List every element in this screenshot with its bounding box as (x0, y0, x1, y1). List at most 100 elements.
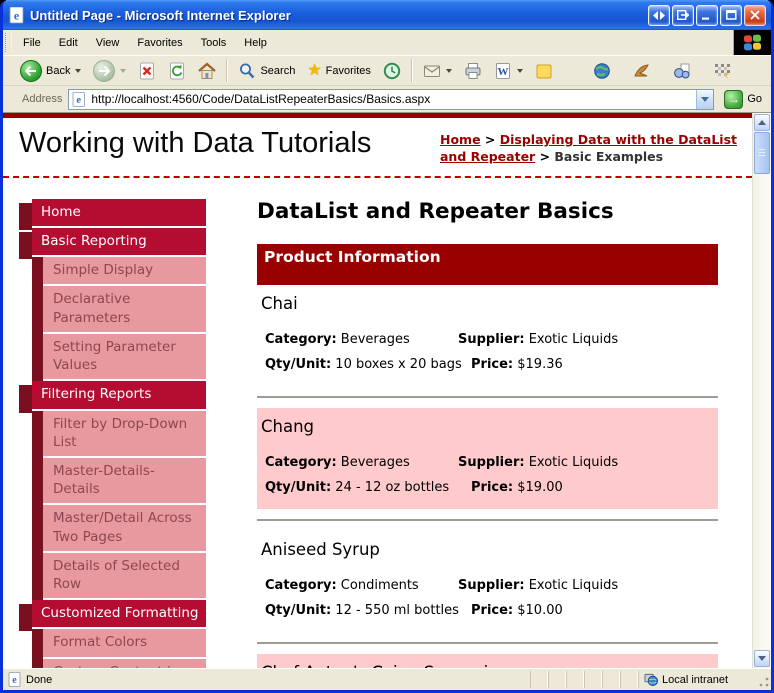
page-body: Home Basic Reporting Simple Display Declara… (3, 178, 752, 668)
hand-icon (634, 63, 649, 76)
scroll-down-button[interactable] (754, 650, 770, 667)
product-item-chef-anton-s-cajun-seasoning: Chef Anton's Cajun SeasoningCategory: Co… (257, 653, 718, 668)
menu-favorites[interactable]: Favorites (128, 30, 191, 55)
pan-arrows-button[interactable] (648, 4, 670, 26)
product-item-aniseed-syrup: Aniseed Syrup Category: Condiments Supplie… (257, 531, 718, 632)
forward-button[interactable] (87, 57, 132, 85)
sidebar-item-simple-display[interactable]: Simple Display (43, 257, 206, 285)
back-dropdown-icon[interactable] (75, 68, 82, 73)
print-button[interactable] (458, 59, 488, 83)
maximize-button[interactable] (720, 4, 742, 26)
product-name: Aniseed Syrup (261, 539, 380, 559)
menu-tools[interactable]: Tools (192, 30, 236, 55)
scroll-up-button[interactable] (754, 114, 770, 131)
sidebar-item-basic-reporting[interactable]: Basic Reporting (19, 227, 206, 260)
favorites-star-icon: ★ (307, 61, 322, 79)
product-category: Category: Beverages (265, 454, 410, 470)
product-supplier: Supplier: Exotic Liquids (458, 331, 619, 347)
discuss-button[interactable] (529, 59, 559, 83)
edit-with-word-button[interactable]: W (488, 59, 529, 83)
product-separator (257, 518, 718, 521)
product-detail-row: Qty/Unit: 12 - 550 ml bottles Price: $10.… (265, 603, 718, 618)
scrollbar-thumb[interactable] (754, 132, 770, 174)
back-button[interactable]: Back (14, 57, 87, 85)
site-title: Working with Data Tutorials (19, 127, 372, 159)
breadcrumb-home[interactable]: Home (440, 132, 481, 147)
status-panel (602, 671, 620, 688)
sidebar-item-label: Basic Reporting (32, 227, 206, 256)
sidebar-item-label: Customized Formatting (32, 600, 206, 628)
home-button[interactable] (192, 59, 222, 83)
vertical-scrollbar[interactable] (752, 113, 771, 668)
svg-text:e: e (12, 675, 17, 686)
sidebar-item-master-details-details[interactable]: Master-Details-Details (43, 457, 206, 504)
status-panel (530, 671, 548, 688)
scrollbar-track[interactable] (753, 174, 771, 649)
close-button[interactable] (744, 4, 766, 26)
sidebar-item-master-detail-across-two-pages[interactable]: Master/Detail Across Two Pages (43, 505, 206, 551)
menu-bar: File Edit View Favorites Tools Help (3, 30, 771, 56)
sidebar-item-filter-by-drop-down-list[interactable]: Filter by Drop-Down List (43, 410, 206, 456)
browser-window: e Untitled Page - Microsoft Internet Exp… (0, 0, 774, 693)
page-title: DataList and Repeater Basics (257, 198, 614, 224)
forward-icon (93, 59, 116, 82)
resize-grip[interactable] (756, 669, 771, 690)
sidebar-item-label: Home (32, 198, 206, 226)
sidebar-item-custom-content-in-a[interactable]: Custom Content in a (43, 658, 206, 668)
go-button[interactable]: → Go (719, 88, 767, 111)
url-dropdown-button[interactable] (696, 89, 714, 109)
svg-text:W: W (497, 66, 508, 78)
svg-text:e: e (77, 95, 82, 106)
research-button[interactable] (667, 59, 697, 83)
sidebar-item-home[interactable]: Home (19, 198, 206, 231)
windows-logo (733, 30, 771, 55)
sidebar-item-filtering-reports[interactable]: Filtering Reports (19, 381, 206, 413)
product-supplier: Supplier: Exotic Liquids (458, 577, 619, 593)
menu-edit[interactable]: Edit (50, 30, 87, 55)
product-separator (257, 395, 718, 398)
mail-dropdown-icon[interactable] (445, 68, 452, 73)
url-text[interactable]: http://localhost:4560/Code/DataListRepea… (91, 92, 696, 106)
favorites-button[interactable]: ★ Favorites (301, 60, 377, 82)
title-bar[interactable]: e Untitled Page - Microsoft Internet Exp… (3, 0, 771, 30)
chevron-down-icon (758, 656, 766, 661)
minimize-button[interactable] (696, 4, 718, 26)
note-icon (536, 64, 552, 78)
menu-help[interactable]: Help (235, 30, 276, 55)
sidebar-item-format-colors[interactable]: Format Colors (43, 629, 206, 657)
pixels-button[interactable] (707, 59, 737, 83)
menu-view[interactable]: View (87, 30, 129, 55)
sidebar-item-details-of-selected-row[interactable]: Details of Selected Row (43, 552, 206, 599)
sidebar-item-setting-parameter-values[interactable]: Setting Parameter Values (43, 333, 206, 380)
status-panel (620, 671, 638, 688)
status-left: e Done (3, 669, 530, 690)
product-qty: Qty/Unit: 24 - 12 oz bottles (265, 479, 450, 495)
favorites-label: Favorites (325, 64, 371, 77)
forward-dropdown-icon[interactable] (120, 68, 127, 73)
menu-grip[interactable] (5, 33, 12, 52)
menu-file[interactable]: File (14, 30, 50, 55)
history-button[interactable] (377, 59, 407, 83)
page-area: Working with Data Tutorials Home > Displ… (3, 113, 771, 668)
go-arrow-icon: → (724, 89, 744, 109)
mail-button[interactable] (417, 59, 458, 83)
refresh-button[interactable] (162, 59, 192, 83)
product-price: Price: $19.36 (471, 356, 563, 372)
chevron-up-icon (758, 120, 766, 125)
url-field[interactable]: e http://localhost:4560/Code/DataListRep… (68, 88, 715, 110)
hand-button[interactable] (627, 59, 657, 83)
product-item-chai: Chai Category: Beverages Supplier: Exotic … (257, 285, 718, 386)
globe-icon (594, 62, 610, 79)
globe-button[interactable] (587, 59, 617, 83)
product-category: Category: Beverages (265, 331, 410, 347)
sidebar-item-customized-formatting[interactable]: Customized Formatting (19, 600, 206, 632)
edit-dropdown-icon[interactable] (516, 68, 523, 73)
pop-out-button[interactable] (672, 4, 694, 26)
pixels-icon (714, 63, 730, 79)
sidebar-item-declarative-parameters[interactable]: Declarative Parameters (43, 286, 206, 332)
status-panel (548, 671, 566, 688)
search-button[interactable]: Search (232, 59, 301, 83)
stop-button[interactable] (132, 59, 162, 83)
product-detail-row: Category: Beverages Supplier: Exotic Liqu… (265, 455, 712, 470)
refresh-icon (170, 62, 185, 79)
